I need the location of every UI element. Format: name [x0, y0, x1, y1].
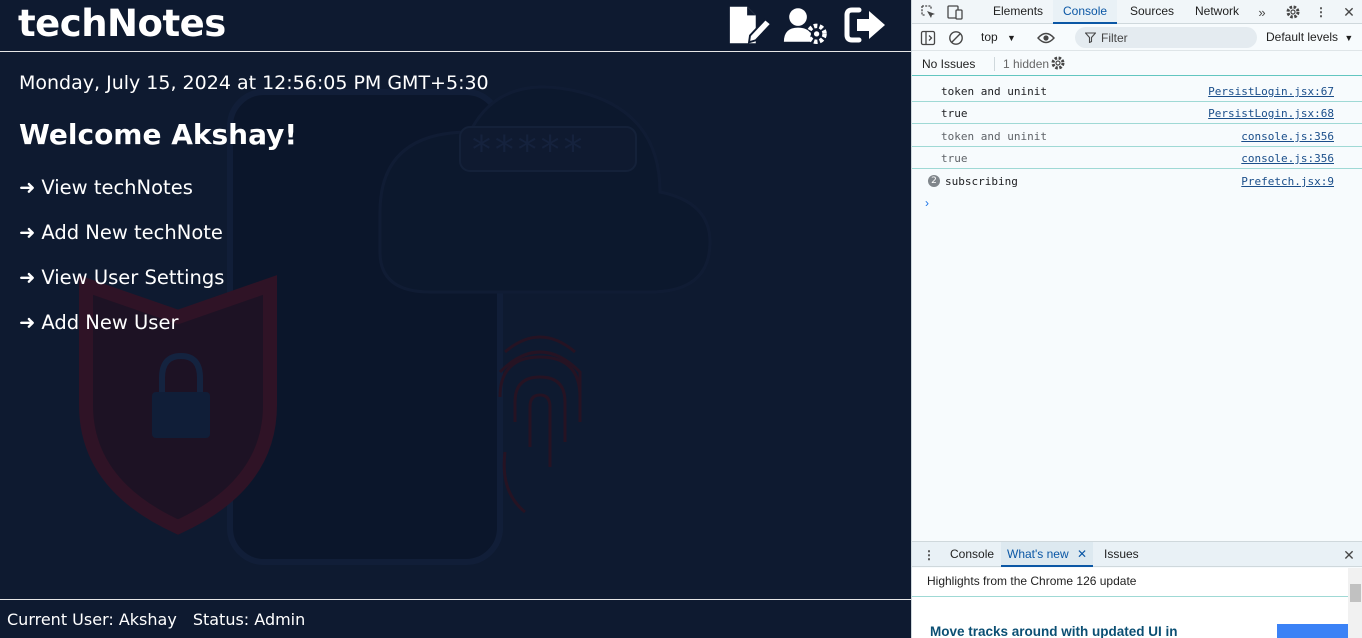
view-user-settings-link[interactable]: ➜ View User Settings: [19, 266, 224, 289]
app-header: techNotes: [0, 0, 911, 52]
console-settings-gear-icon[interactable]: [1049, 54, 1067, 72]
device-toolbar-icon[interactable]: [946, 3, 964, 21]
logout-icon: [844, 7, 885, 43]
tab-console[interactable]: Console: [1053, 0, 1118, 24]
status-label: Status: Admin: [192, 609, 306, 629]
inspect-element-icon[interactable]: [919, 3, 937, 21]
welcome-heading: Welcome Akshay!: [19, 118, 298, 151]
add-new-technote-link[interactable]: ➜ Add New techNote: [19, 221, 223, 244]
filter-funnel-icon: [1085, 32, 1096, 43]
console-log-entry: token and uninit console.js:356: [912, 125, 1362, 147]
news-thumbnail: [1277, 624, 1349, 638]
close-tab-icon[interactable]: ✕: [1077, 547, 1087, 561]
link-label: Add New techNote: [41, 221, 223, 244]
dropdown-caret-icon: ▼: [1007, 33, 1016, 43]
new-note-button[interactable]: [727, 4, 773, 46]
app-footer: Current User: Akshay Status: Admin: [0, 599, 911, 638]
repeat-count-badge: 2: [928, 175, 940, 187]
tab-network[interactable]: Network: [1185, 0, 1249, 24]
log-source-link[interactable]: PersistLogin.jsx:67: [1208, 85, 1334, 98]
divider: [912, 596, 1348, 597]
log-source-link[interactable]: PersistLogin.jsx:68: [1208, 107, 1334, 120]
link-label: Add New User: [41, 311, 179, 334]
console-prompt-chevron-icon[interactable]: ›: [925, 196, 929, 210]
current-user-label: Current User: Akshay: [7, 609, 177, 629]
link-label: View techNotes: [41, 176, 193, 199]
view-technotes-link[interactable]: ➜ View techNotes: [19, 176, 193, 199]
log-levels-value: Default levels: [1266, 30, 1339, 44]
devtools-panel: Elements Console Sources Network » ⋮ ✕ t…: [911, 0, 1362, 638]
dropdown-caret-icon: ▼: [1344, 33, 1354, 43]
tab-sources[interactable]: Sources: [1120, 0, 1184, 24]
console-log-entry: true PersistLogin.jsx:68: [912, 102, 1362, 124]
log-source-link[interactable]: console.js:356: [1241, 152, 1334, 165]
user-settings-button[interactable]: [783, 4, 829, 46]
log-message: true: [941, 107, 968, 120]
arrow-icon: ➜: [19, 176, 36, 199]
console-toolbar: top ▼ Filter Default levels ▼: [912, 25, 1362, 51]
arrow-icon: ➜: [19, 311, 36, 334]
arrow-icon: ➜: [19, 221, 36, 244]
svg-text:*****: *****: [470, 128, 584, 172]
logout-button[interactable]: [843, 4, 889, 46]
clear-console-icon[interactable]: [947, 29, 965, 47]
log-source-link[interactable]: console.js:356: [1241, 130, 1334, 143]
technotes-app: ***** techNotes Monday, July 15, 2024 at…: [0, 0, 911, 638]
arrow-icon: ➜: [19, 266, 36, 289]
filter-input[interactable]: Filter: [1075, 27, 1257, 48]
issues-bar: No Issues 1 hidden: [912, 52, 1362, 76]
link-label: View User Settings: [41, 266, 225, 289]
context-select[interactable]: top ▼: [981, 30, 1016, 44]
tab-elements[interactable]: Elements: [983, 0, 1053, 24]
drawer-tab-console[interactable]: Console: [944, 542, 1000, 567]
no-issues-label[interactable]: No Issues: [922, 57, 975, 71]
filter-placeholder: Filter: [1101, 31, 1128, 45]
more-options-icon[interactable]: ⋮: [1312, 3, 1330, 21]
log-source-link[interactable]: Prefetch.jsx:9: [1241, 175, 1334, 188]
user-settings-icon: [783, 8, 827, 45]
new-note-icon: [729, 6, 773, 44]
drawer-tab-label: What's new: [1007, 547, 1069, 561]
close-drawer-icon[interactable]: ✕: [1340, 546, 1358, 564]
context-value: top: [981, 30, 998, 44]
log-message: true: [941, 152, 968, 165]
log-message: subscribing: [945, 175, 1018, 188]
drawer-tab-whats-new[interactable]: What's new ✕: [1001, 542, 1094, 567]
drawer-menu-icon[interactable]: ⋮: [920, 546, 938, 564]
scrollbar-thumb[interactable]: [1350, 584, 1361, 602]
highlights-text: Highlights from the Chrome 126 update: [927, 574, 1137, 588]
console-log-entry: 2 subscribing Prefetch.jsx:9: [912, 170, 1362, 192]
app-title[interactable]: techNotes: [18, 0, 226, 48]
whats-new-panel: Highlights from the Chrome 126 update Mo…: [912, 568, 1362, 638]
more-tabs-chevron-icon[interactable]: »: [1253, 3, 1271, 21]
console-log-entry: token and uninit PersistLogin.jsx:67: [912, 80, 1362, 102]
news-title-link[interactable]: Move tracks around with updated UI in: [930, 624, 1178, 638]
drawer-tab-issues[interactable]: Issues: [1098, 542, 1145, 567]
devtools-tabbar: Elements Console Sources Network » ⋮ ✕: [912, 0, 1362, 24]
live-expression-eye-icon[interactable]: [1037, 29, 1055, 47]
drawer-scrollbar[interactable]: [1348, 568, 1362, 638]
drawer-tabbar: ⋮ Console What's new ✕ Issues ✕: [912, 541, 1362, 567]
log-message: token and uninit: [941, 85, 1047, 98]
log-message: token and uninit: [941, 130, 1047, 143]
log-levels-select[interactable]: Default levels ▼: [1266, 30, 1353, 44]
console-log-entry: true console.js:356: [912, 147, 1362, 169]
add-new-user-link[interactable]: ➜ Add New User: [19, 311, 178, 334]
hidden-count-label: 1 hidden: [994, 57, 1049, 71]
sidebar-toggle-icon[interactable]: [919, 29, 937, 47]
current-date: Monday, July 15, 2024 at 12:56:05 PM GMT…: [19, 72, 489, 94]
close-devtools-icon[interactable]: ✕: [1340, 3, 1358, 21]
settings-gear-icon[interactable]: [1284, 3, 1302, 21]
